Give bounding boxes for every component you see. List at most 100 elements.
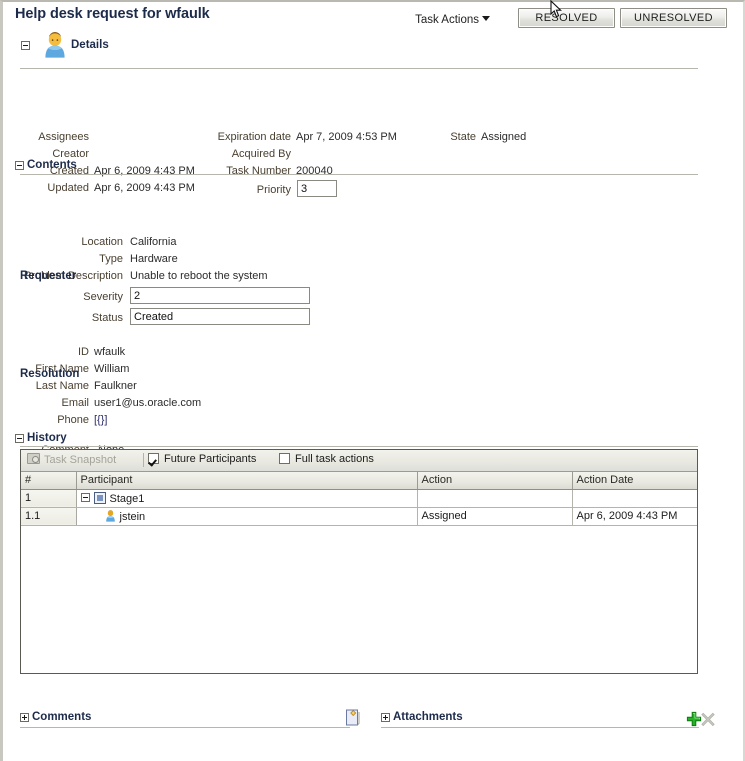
checkbox-unchecked-icon (279, 453, 290, 464)
row-action (417, 489, 573, 508)
resolution-group-label: Resolution (20, 368, 80, 380)
requester-id-value: wfaulk (94, 346, 126, 358)
history-table-header-row: # Participant Action Action Date (21, 472, 697, 490)
row-participant: Stage1 (76, 489, 418, 508)
details-section-header: Details (13, 32, 743, 60)
task-actions-menu[interactable]: Task Actions (415, 14, 490, 26)
acquired-by-label: Acquired By (231, 148, 291, 160)
row-number: 1 (21, 489, 77, 508)
location-value: California (130, 236, 177, 248)
history-collapse-toggle-icon[interactable] (15, 433, 24, 443)
history-section-label: History (27, 432, 67, 445)
state-value: Assigned (481, 131, 527, 143)
location-label: Location (81, 236, 123, 248)
history-panel: Task Snapshot Future Participants Full t… (20, 449, 698, 674)
type-label: Type (99, 253, 123, 265)
attachments-header: Attachments (381, 711, 731, 727)
status-label: Status (91, 312, 123, 324)
future-participants-checkbox[interactable]: Future Participants (148, 453, 256, 465)
stage-collapse-toggle-icon[interactable] (80, 492, 90, 502)
updated-value: Apr 6, 2009 4:43 PM (94, 182, 195, 194)
history-toolbar: Task Snapshot Future Participants Full t… (21, 450, 697, 472)
person-icon (105, 509, 115, 522)
task-number-label: Task Number (226, 165, 291, 177)
assignees-label: Assignees (38, 131, 89, 143)
checkbox-checked-icon (148, 453, 159, 464)
row-action-date (572, 489, 697, 508)
email-value: user1@us.oracle.com (94, 397, 202, 409)
priority-label: Priority (256, 184, 291, 196)
details-section-label: Details (71, 39, 109, 51)
row-number: 1.1 (21, 507, 77, 526)
user-avatar-icon (45, 32, 65, 58)
attachments-divider (381, 727, 699, 728)
column-header-action[interactable]: Action (417, 472, 573, 490)
header-bar: Help desk request for wfaulk Task Action… (3, 0, 743, 32)
attachments-label: Attachments (393, 711, 463, 724)
unresolved-button[interactable]: UNRESOLVED (620, 8, 727, 28)
column-header-participant[interactable]: Participant (76, 472, 418, 490)
add-comment-icon[interactable] (345, 709, 360, 726)
chevron-down-icon (482, 16, 490, 21)
task-details-window: Help desk request for wfaulk Task Action… (0, 0, 745, 761)
page-title: Help desk request for wfaulk (15, 6, 210, 22)
table-row[interactable]: 1.1 jstein Assigned Apr 6, 2009 4:43 PM (21, 507, 697, 526)
contents-divider (20, 174, 698, 175)
status-input[interactable] (130, 308, 310, 325)
history-divider (20, 446, 698, 447)
expiration-date-label: Expiration date (217, 131, 291, 143)
phone-value: [{}] (94, 414, 108, 426)
attachments-group: Attachments (381, 711, 731, 728)
expiration-date-value: Apr 7, 2009 4:53 PM (296, 131, 397, 143)
stage-name: Stage1 (109, 492, 145, 505)
problem-description-value: Unable to reboot the system (130, 270, 268, 282)
requester-group-label: Requester (20, 270, 77, 282)
last-name-label: Last Name (35, 380, 89, 392)
contents-collapse-toggle-icon[interactable] (15, 160, 24, 170)
comments-divider (20, 727, 350, 728)
task-number-value: 200040 (296, 165, 333, 177)
resolved-button[interactable]: RESOLVED (518, 8, 615, 28)
toolbar-separator (143, 453, 144, 467)
task-actions-label: Task Actions (415, 14, 479, 26)
mouse-cursor-icon (550, 0, 562, 18)
comments-header: Comments (20, 709, 360, 726)
row-action: Assigned (417, 507, 573, 526)
row-action-date: Apr 6, 2009 4:43 PM (572, 507, 697, 526)
priority-input[interactable] (297, 180, 337, 197)
task-snapshot-button[interactable]: Task Snapshot (27, 453, 116, 469)
comments-label: Comments (32, 711, 92, 724)
email-label: Email (61, 397, 89, 409)
details-collapse-toggle-icon[interactable] (21, 41, 30, 50)
updated-label: Updated (47, 182, 89, 194)
details-divider (20, 68, 698, 69)
future-participants-label: Future Participants (164, 453, 257, 465)
contents-section-label: Contents (27, 159, 77, 172)
severity-label: Severity (83, 291, 123, 303)
full-task-actions-checkbox[interactable]: Full task actions (279, 453, 374, 465)
remove-attachment-icon[interactable] (700, 711, 716, 727)
contents-section-header: Contents (15, 159, 77, 173)
camera-icon (27, 453, 40, 464)
created-value: Apr 6, 2009 4:43 PM (94, 165, 195, 177)
table-row[interactable]: 1 Stage1 (21, 489, 697, 508)
column-header-action-date[interactable]: Action Date (572, 472, 697, 490)
type-value: Hardware (130, 253, 178, 265)
phone-label: Phone (57, 414, 89, 426)
severity-input[interactable] (130, 287, 310, 304)
comments-expand-toggle-icon[interactable] (20, 712, 29, 722)
last-name-value: Faulkner (94, 380, 137, 392)
participant-name: jstein (119, 510, 146, 523)
column-header-number[interactable]: # (21, 472, 77, 490)
history-table: # Participant Action Action Date 1 Stage… (21, 472, 697, 526)
comments-group: Comments (20, 709, 360, 728)
first-name-value: William (94, 363, 130, 375)
requester-id-label: ID (78, 346, 89, 358)
row-participant: jstein (76, 507, 418, 526)
full-task-actions-label: Full task actions (295, 453, 374, 465)
state-label: State (450, 131, 476, 143)
history-section-header: History (15, 432, 67, 446)
stage-icon (93, 491, 106, 504)
attachments-expand-toggle-icon[interactable] (381, 712, 390, 722)
task-snapshot-label: Task Snapshot (44, 454, 117, 466)
